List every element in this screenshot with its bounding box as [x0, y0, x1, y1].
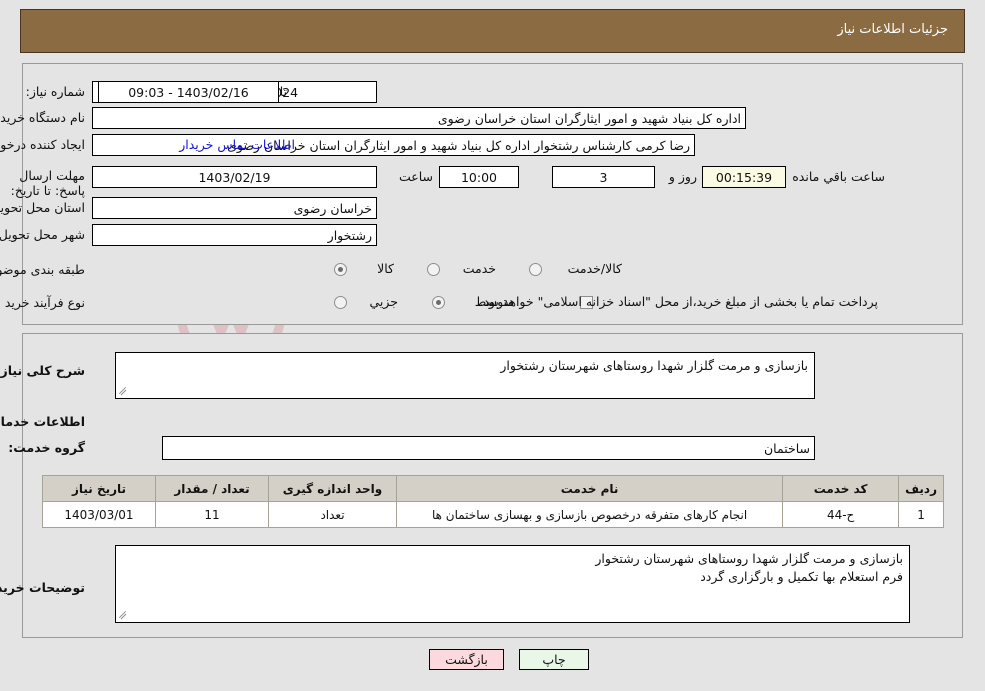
radio-classification-khedmat[interactable] — [427, 263, 440, 276]
td-qty: 11 — [155, 501, 269, 528]
buyer-contact-link[interactable]: اطلاعات تماس خریدار — [179, 137, 295, 152]
radio-classification-kala-khedmat[interactable] — [529, 263, 542, 276]
deadline-remaining-label: ساعت باقي مانده — [792, 169, 885, 184]
td-row: 1 — [898, 501, 944, 528]
services-table: ردیف کد خدمت نام خدمت واحد اندازه گیری ت… — [42, 475, 944, 528]
table-header-row: ردیف کد خدمت نام خدمت واحد اندازه گیری ت… — [42, 475, 944, 502]
delivery-province-value: خراسان رضوی — [92, 197, 377, 219]
radio-classification-khedmat-label: خدمت — [462, 261, 496, 276]
delivery-province-label: استان محل تحویل: — [0, 200, 85, 215]
deadline-days-label: روز و — [668, 169, 697, 184]
radio-classification-kala-label: کالا — [377, 261, 394, 276]
deadline-time-value: 10:00 — [439, 166, 519, 188]
deadline-days-value: 3 — [552, 166, 655, 188]
th-unit: واحد اندازه گیری — [268, 475, 397, 502]
page-header-bar: جزئیات اطلاعات نیاز — [20, 9, 965, 53]
classification-label: طبقه بندی موضوعی: — [0, 262, 85, 277]
radio-classification-kala[interactable] — [334, 263, 347, 276]
deadline-date-value: 1403/02/19 — [92, 166, 377, 188]
back-button[interactable]: بازگشت — [429, 649, 504, 670]
radio-purchase-motavaset[interactable] — [432, 296, 445, 309]
buyer-org-label: نام دستگاه خریدار: — [0, 110, 85, 125]
th-row: ردیف — [898, 475, 944, 502]
buyer-notes-textarea[interactable]: بازسازی و مرمت گلزار شهدا روستاهای شهرست… — [115, 545, 910, 623]
requester-label: ایجاد کننده درخواست: — [0, 137, 85, 152]
general-description-resize-grip[interactable] — [117, 384, 129, 396]
td-date: 1403/03/01 — [42, 501, 156, 528]
table-row: 1 ح-44 انجام کارهای متفرقه درخصوص بازساز… — [42, 501, 944, 528]
radio-purchase-jozii[interactable] — [334, 296, 347, 309]
delivery-city-value: رشتخوار — [92, 224, 377, 246]
islamic-treasury-checkbox-label: پرداخت تمام یا بخشی از مبلغ خرید،از محل … — [479, 294, 878, 309]
th-code: کد خدمت — [782, 475, 900, 502]
radio-classification-kala-khedmat-label: کالا/خدمت — [567, 261, 622, 276]
radio-purchase-jozii-label: جزیي — [369, 294, 398, 309]
th-date: تاریخ نیاز — [42, 475, 156, 502]
service-group-label: گروه خدمت: — [8, 440, 85, 455]
deadline-countdown-value: 00:15:39 — [702, 166, 786, 188]
buyer-notes-label: توضیحات خریدار: — [0, 580, 85, 595]
th-name: نام خدمت — [395, 475, 784, 502]
print-button[interactable]: چاپ — [519, 649, 589, 670]
public-announcement-value: 1403/02/16 - 09:03 — [98, 81, 279, 103]
page-title: جزئیات اطلاعات نیاز — [837, 22, 948, 37]
th-qty: تعداد / مقدار — [155, 475, 269, 502]
deadline-label: مهلت ارسال پاسخ: تا تاریخ: — [10, 168, 85, 198]
buyer-org-value: اداره کل بنیاد شهید و امور ایثارگران است… — [92, 107, 746, 129]
need-number-label: شماره نیاز: — [25, 84, 85, 99]
service-group-value: ساختمان — [162, 436, 815, 460]
td-unit: تعداد — [268, 501, 397, 528]
purchase-type-label: نوع فرآیند خرید : — [0, 295, 85, 310]
buyer-notes-resize-grip[interactable] — [117, 608, 129, 620]
services-section-title: اطلاعات خدمات مورد نیاز — [0, 414, 85, 429]
page-root: ArtaTender.net جزئیات اطلاعات نیاز شماره… — [0, 0, 985, 691]
general-description-textarea[interactable]: بازسازی و مرمت گلزار شهدا روستاهای شهرست… — [115, 352, 815, 399]
td-name: انجام کارهای متفرقه درخصوص بازسازی و بهس… — [395, 501, 784, 528]
delivery-city-label: شهر محل تحویل: — [0, 227, 85, 242]
td-code: ح-44 — [782, 501, 900, 528]
general-description-label: شرح کلی نیاز: — [0, 363, 85, 378]
deadline-time-label: ساعت — [398, 169, 433, 184]
